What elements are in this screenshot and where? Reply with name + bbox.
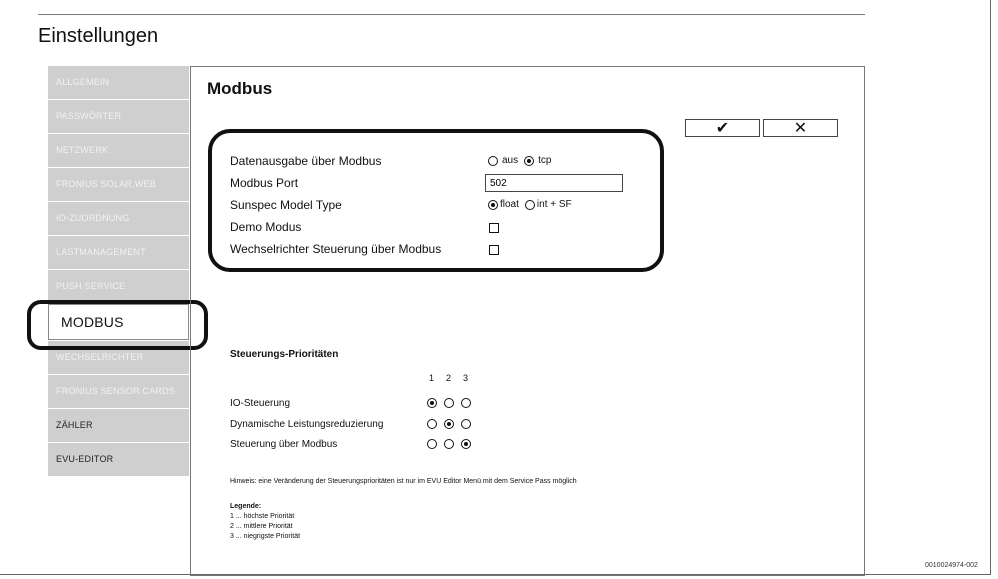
- close-icon: ✕: [793, 120, 808, 137]
- data-output-label: Datenausgabe über Modbus: [230, 154, 382, 168]
- title-divider: [38, 14, 865, 15]
- demo-mode-label: Demo Modus: [230, 220, 302, 234]
- sidebar-item-io-zuordnung[interactable]: IO-ZUORDNUNG: [48, 202, 189, 235]
- priority-io-2-radio[interactable]: [444, 398, 454, 408]
- cancel-button[interactable]: ✕: [763, 119, 838, 137]
- demo-mode-checkbox[interactable]: [489, 223, 499, 233]
- sidebar-item-sensor-cards[interactable]: FRONIUS SENSOR CARDS: [48, 375, 189, 408]
- section-title: Modbus: [207, 79, 273, 98]
- data-output-tcp-radio[interactable]: [524, 155, 535, 166]
- sidebar-item-label: ZÄHLER: [56, 420, 93, 430]
- priority-row-modbus-label: Steuerung über Modbus: [230, 439, 338, 450]
- sunspec-float-label: float: [500, 199, 519, 210]
- page-title: Einstellungen: [38, 25, 159, 47]
- modbus-port-label: Modbus Port: [230, 176, 299, 190]
- data-output-aus-radio[interactable]: [488, 155, 498, 166]
- priority-row-io-label: IO-Steuerung: [230, 398, 291, 409]
- figure-id: 0010024974-002: [925, 562, 978, 569]
- sidebar-item-solarweb[interactable]: FRONIUS SOLAR.WEB: [48, 168, 189, 201]
- inverter-control-label: Wechselrichter Steuerung über Modbus: [230, 242, 442, 256]
- sidebar-item-label: LASTMANAGEMENT: [56, 247, 146, 257]
- sidebar-item-label: FRONIUS SOLAR.WEB: [56, 179, 156, 189]
- priorities-title: Steuerungs-Prioritäten: [230, 349, 339, 360]
- sidebar-highlight-outline: [27, 300, 208, 350]
- sidebar-item-label: ALLGEMEIN: [56, 77, 110, 87]
- sidebar-item-evu-editor[interactable]: EVU-EDITOR: [48, 443, 189, 476]
- sunspec-int-sf-radio[interactable]: [524, 199, 535, 210]
- priority-io-3-radio[interactable]: [461, 398, 471, 408]
- sidebar-item-label: PASSWÖRTER: [56, 111, 122, 121]
- legend-item: 2 ... mittlere Priorität: [230, 523, 293, 530]
- data-output-aus-label: aus: [502, 155, 519, 166]
- sidebar-item-netzwerk[interactable]: NETZWERK: [48, 134, 189, 167]
- sidebar-item-zaehler[interactable]: ZÄHLER: [48, 409, 189, 442]
- sidebar: ALLGEMEIN PASSWÖRTER NETZWERK FRONIUS SO…: [48, 66, 189, 477]
- modbus-port-input[interactable]: [485, 174, 623, 192]
- sunspec-radio-group: float int + SF: [488, 199, 572, 210]
- priority-modbus-1-radio[interactable]: [427, 439, 437, 449]
- sunspec-float-radio[interactable]: [488, 199, 498, 210]
- confirm-button[interactable]: ✔: [685, 119, 760, 137]
- legend-title: Legende:: [230, 503, 262, 510]
- sidebar-item-allgemein[interactable]: ALLGEMEIN: [48, 66, 189, 99]
- sunspec-int-sf-label: int + SF: [536, 199, 572, 210]
- legend-item: 1 ... höchste Priorität: [230, 513, 295, 520]
- inverter-control-checkbox[interactable]: [489, 245, 499, 255]
- priority-hint-text: Hinweis: eine Veränderung der Steuerungs…: [230, 478, 577, 485]
- priority-modbus-3-radio[interactable]: [461, 439, 471, 449]
- sunspec-label: Sunspec Model Type: [230, 198, 342, 212]
- priority-dynamic-3-radio[interactable]: [461, 419, 471, 429]
- sidebar-item-label: NETZWERK: [56, 145, 109, 155]
- priority-column-2: 2: [446, 373, 452, 383]
- data-output-tcp-label: tcp: [538, 155, 552, 166]
- priority-row-dynamic-label: Dynamische Leistungsreduzierung: [230, 419, 384, 430]
- priority-dynamic-1-radio[interactable]: [427, 419, 437, 429]
- priority-io-1-radio[interactable]: [427, 398, 437, 408]
- legend-item: 3 ... niegrigste Priorität: [230, 533, 301, 540]
- sidebar-item-label: WECHSELRICHTER: [56, 352, 144, 362]
- content-panel: Modbus ✔ ✕ Datenausgabe über Modbus aus …: [190, 66, 865, 576]
- priority-column-3: 3: [463, 373, 469, 383]
- sidebar-item-label: FRONIUS SENSOR CARDS: [56, 386, 176, 396]
- sidebar-item-label: PUSH SERVICE: [56, 281, 126, 291]
- checkmark-icon: ✔: [715, 120, 730, 137]
- sidebar-item-push-service[interactable]: PUSH SERVICE: [48, 270, 189, 303]
- priority-column-1: 1: [429, 373, 435, 383]
- sidebar-item-lastmanagement[interactable]: LASTMANAGEMENT: [48, 236, 189, 269]
- data-output-radio-group: aus tcp: [488, 155, 551, 166]
- sidebar-item-label: IO-ZUORDNUNG: [56, 213, 130, 223]
- sidebar-item-passwoerter[interactable]: PASSWÖRTER: [48, 100, 189, 133]
- priority-dynamic-2-radio[interactable]: [444, 419, 454, 429]
- priority-modbus-2-radio[interactable]: [444, 439, 454, 449]
- sidebar-item-label: EVU-EDITOR: [56, 454, 114, 464]
